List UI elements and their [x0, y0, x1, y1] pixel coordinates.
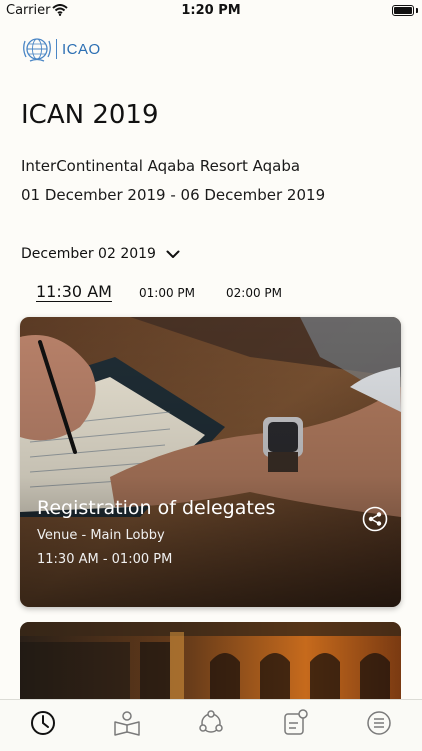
logo-text: ICAO — [62, 40, 101, 58]
menu-icon[interactable] — [364, 708, 394, 738]
time-tabs: 11:30 AM 01:00 PM 02:00 PM — [0, 282, 422, 310]
session-venue: Venue - Main Lobby — [37, 528, 165, 543]
time-tab-active[interactable]: 11:30 AM — [36, 282, 112, 301]
event-venue: InterContinental Aqaba Resort Aqaba — [21, 157, 301, 175]
icao-emblem-icon — [23, 38, 51, 62]
event-dates: 01 December 2019 - 06 December 2019 — [21, 186, 326, 204]
network-icon[interactable] — [196, 708, 226, 738]
bottom-tab-bar — [0, 699, 422, 751]
icao-logo: ICAO — [22, 35, 101, 63]
battery-tip — [416, 8, 418, 13]
event-title: ICAN 2019 — [21, 100, 159, 130]
date-selector-value: December 02 2019 — [21, 246, 156, 262]
clock-icon[interactable] — [28, 708, 58, 738]
session-title: Registration of delegates — [37, 497, 276, 519]
time-tab[interactable]: 01:00 PM — [139, 286, 195, 300]
status-time: 1:20 PM — [181, 3, 241, 18]
reader-icon[interactable] — [112, 708, 142, 738]
status-bar: Carrier 1:20 PM — [0, 0, 422, 24]
time-tab[interactable]: 02:00 PM — [226, 286, 282, 300]
logo-divider — [56, 39, 57, 59]
session-card[interactable]: Registration of delegates Venue - Main L… — [20, 317, 401, 607]
chevron-down-icon — [166, 250, 180, 258]
battery-icon — [392, 5, 414, 16]
session-time: 11:30 AM - 01:00 PM — [37, 552, 173, 567]
share-icon[interactable] — [362, 506, 388, 532]
notes-icon[interactable] — [280, 708, 310, 738]
date-selector[interactable]: December 02 2019 — [21, 246, 180, 262]
